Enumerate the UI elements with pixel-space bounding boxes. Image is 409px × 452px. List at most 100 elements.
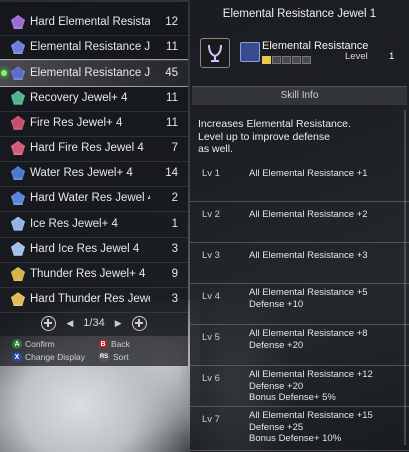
jewel-name: Hard Elemental Resistance Jewel 4 — [30, 16, 150, 28]
jewel-icon — [11, 141, 25, 155]
level-row: Lv 3 All Elemental Resistance +3 — [190, 242, 409, 284]
level-pip — [302, 56, 311, 64]
description-line: Level up to improve defense — [198, 130, 330, 143]
list-item[interactable]: Hard Fire Res Jewel 4 7 — [0, 135, 188, 162]
level-effect: All Elemental Resistance +2 — [249, 209, 368, 220]
back-label: Back — [111, 339, 130, 349]
skill-box: Elemental Resistance Level 1 — [198, 34, 403, 74]
jewel-icon — [11, 90, 25, 105]
jewel-icon — [11, 292, 25, 307]
level-label: Level — [345, 51, 368, 62]
change-display-label: Change Display — [25, 352, 86, 362]
level-effect: Defense +20 — [249, 380, 304, 392]
a-button-icon: A — [12, 339, 22, 349]
level-row-label: Lv 3 — [202, 250, 220, 261]
level-row-label: Lv 1 — [202, 168, 220, 179]
level-pip — [292, 56, 301, 64]
detail-title: Elemental Resistance Jewel 1 — [222, 8, 377, 20]
jewel-icon — [11, 267, 25, 281]
jewel-name: Fire Res Jewel+ 4 — [30, 116, 123, 129]
list-item[interactable]: Elemental Resistance Jewel+ 4 11 — [0, 34, 188, 62]
jewel-icon — [11, 166, 25, 181]
level-effect: All Elemental Resistance +1 — [249, 168, 368, 179]
button-prompts: A Confirm B Back X Change Display RS Sor… — [0, 336, 188, 366]
change-display-prompt[interactable]: X Change Display — [12, 352, 85, 362]
list-item[interactable]: Fire Res Jewel+ 4 11 — [0, 110, 188, 137]
jewel-quantity: 7 — [171, 142, 178, 154]
description-line: as well. — [198, 143, 234, 155]
level-value: 1 — [389, 51, 395, 62]
list-item[interactable]: Hard Water Res Jewel 4 2 — [0, 185, 188, 213]
back-prompt[interactable]: B Back — [98, 339, 130, 349]
list-item[interactable]: Ice Res Jewel+ 4 1 — [0, 211, 188, 238]
rs-button-icon: RS — [98, 352, 110, 362]
level-effect: All Elemental Resistance +5 — [249, 287, 368, 298]
list-item[interactable]: Recovery Jewel+ 4 11 — [0, 85, 188, 112]
level-effect: All Elemental Resistance +8 — [249, 328, 368, 339]
jewel-name: Elemental Resistance Jewel 1 — [30, 67, 150, 80]
selection-marker-icon — [1, 70, 7, 77]
level-effect: Bonus Defense+ 10% — [249, 433, 342, 444]
jewel-name: Thunder Res Jewel+ 4 — [30, 268, 146, 280]
jewel-quantity: 2 — [171, 192, 178, 205]
jewel-slot-icon — [200, 38, 230, 68]
level-effect: All Elemental Resistance +12 — [249, 369, 373, 380]
pager: ◀ 1/34 ▶ — [0, 310, 188, 336]
jewel-icon — [11, 15, 25, 29]
jewel-icon — [11, 216, 25, 231]
b-button-icon: B — [98, 339, 108, 349]
jewel-quantity: 11 — [166, 91, 178, 104]
list-item[interactable]: Hard Elemental Resistance Jewel 4 12 — [0, 9, 188, 36]
list-item[interactable]: Thunder Res Jewel+ 4 9 — [0, 261, 188, 288]
jewel-name: Hard Ice Res Jewel 4 — [30, 242, 140, 255]
level-effect: All Elemental Resistance +15 — [249, 410, 373, 421]
jewel-quantity: 9 — [171, 268, 178, 280]
list-item[interactable]: Water Res Jewel+ 4 14 — [0, 160, 188, 188]
confirm-label: Confirm — [25, 339, 55, 349]
level-effect: Defense +10 — [249, 298, 304, 310]
level-row: Lv 7 All Elemental Resistance +15 Defense … — [190, 406, 409, 451]
level-row-label: Lv 7 — [202, 414, 220, 425]
level-row: Lv 5 All Elemental Resistance +8 Defense +… — [190, 324, 409, 366]
level-row: Lv 1 All Elemental Resistance +1 — [190, 160, 409, 202]
jewel-icon — [11, 191, 25, 206]
level-row-label: Lv 2 — [202, 209, 220, 220]
jewel-quantity: 14 — [165, 167, 178, 180]
jewel-name: Hard Water Res Jewel 4 — [30, 192, 150, 205]
jewel-list: Hard Elemental Resistance Jewel 412Eleme… — [0, 2, 188, 336]
list-item[interactable]: Hard Ice Res Jewel 4 3 — [0, 236, 188, 263]
page-indicator: 1/34 — [83, 317, 105, 329]
jewel-name: Water Res Jewel+ 4 — [30, 167, 133, 180]
jewel-quantity: 1 — [171, 217, 178, 230]
page-next-icon[interactable]: ▶ — [115, 318, 122, 329]
sort-label: Sort — [113, 352, 129, 362]
jewel-name: Hard Thunder Res Jewel 4 — [30, 293, 150, 306]
skill-info-header: Skill Info — [192, 86, 407, 105]
confirm-prompt[interactable]: A Confirm — [12, 339, 55, 349]
skill-level-bar — [262, 56, 311, 64]
page-prev-icon[interactable]: ◀ — [66, 318, 73, 329]
jewel-name: Elemental Resistance Jewel+ 4 — [30, 41, 150, 54]
dpad-right-icon[interactable] — [131, 315, 147, 331]
level-effect: Defense +20 — [249, 339, 304, 351]
jewel-quantity: 11 — [166, 116, 178, 129]
level-pip — [272, 56, 281, 64]
dpad-left-icon[interactable] — [41, 315, 57, 331]
sort-prompt[interactable]: RS Sort — [98, 352, 129, 362]
skill-description: Increases Elemental Resistance. Level up … — [198, 118, 398, 156]
jewel-quantity: 11 — [166, 41, 178, 54]
detail-scrollbar[interactable] — [404, 110, 406, 445]
jewel-name: Hard Fire Res Jewel 4 — [30, 142, 144, 154]
level-row-label: Lv 4 — [202, 291, 220, 302]
level-effect: Defense +25 — [249, 421, 304, 433]
detail-panel: Elemental Resistance Jewel 1 Elemental R… — [190, 0, 409, 452]
jewel-quantity: 3 — [171, 242, 178, 255]
jewel-icon — [11, 115, 25, 130]
level-row-label: Lv 6 — [202, 373, 220, 384]
level-effect: All Elemental Resistance +3 — [249, 250, 368, 261]
jewel-quantity: 45 — [165, 67, 178, 80]
level-row-label: Lv 5 — [202, 332, 220, 343]
jewel-name: Ice Res Jewel+ 4 — [30, 217, 118, 230]
list-item[interactable]: Elemental Resistance Jewel 1 45 — [0, 59, 188, 88]
description-line: Increases Elemental Resistance. — [198, 118, 351, 130]
